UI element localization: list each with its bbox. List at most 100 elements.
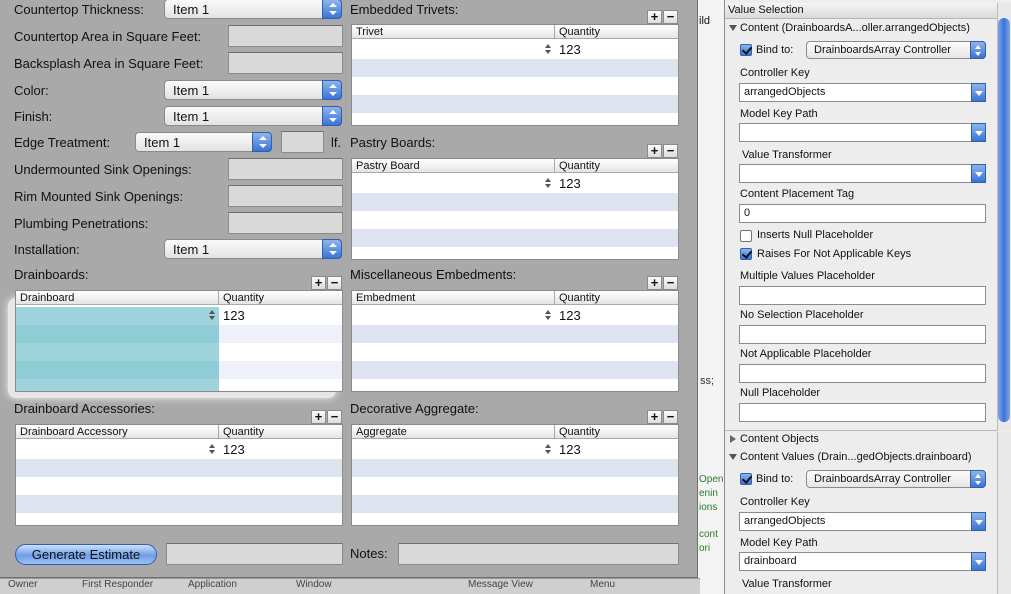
remove-button[interactable]: − [663,10,678,24]
aggregate-column-header[interactable]: Aggregate [356,426,407,438]
model-key-path-combo-2[interactable]: drainboard [739,552,986,571]
stepper-icon[interactable] [545,310,552,321]
plumbing-label: Plumbing Penetrations: [14,216,149,231]
add-button[interactable]: + [647,10,662,24]
controller-key-combo[interactable]: arrangedObjects [739,83,986,102]
generate-estimate-button[interactable]: Generate Estimate [15,544,157,565]
chevron-down-icon[interactable] [971,552,986,571]
stepper-icon[interactable] [545,444,552,455]
stepper-icon[interactable] [209,310,216,321]
table-row [16,477,342,495]
table-row[interactable]: 123 [352,175,678,193]
color-popup[interactable]: Item 1 [164,80,342,100]
content-placement-tag-field[interactable]: 0 [739,204,986,223]
notes-label: Notes: [350,546,388,561]
table-row[interactable]: 123 [16,307,342,325]
stepper-icon[interactable] [545,44,552,55]
edge-treatment-popup[interactable]: Item 1 [135,132,272,152]
quantity-column-header[interactable]: Quantity [223,426,264,438]
misc-table[interactable]: Embedment Quantity 123 [351,290,679,392]
controller-key-combo-2[interactable]: arrangedObjects [739,512,986,531]
installation-popup[interactable]: Item 1 [164,239,342,259]
inspector-scrollbar-2[interactable] [997,432,1011,594]
chevron-down-icon[interactable] [971,123,986,142]
remove-button[interactable]: − [663,276,678,290]
model-key-path-combo[interactable] [739,123,986,142]
inspector-scrollbar-thumb[interactable] [998,18,1010,422]
quantity-column-header[interactable]: Quantity [223,292,264,304]
finish-popup[interactable]: Item 1 [164,106,342,126]
undermounted-field[interactable] [228,158,343,180]
add-button[interactable]: + [311,410,326,424]
content-values-header[interactable]: Content Values (Drain...gedObjects.drain… [740,451,972,463]
add-button[interactable]: + [647,276,662,290]
edge-unit-label: lf. [331,135,342,150]
countertop-thickness-popup[interactable]: Item 1 [164,0,342,19]
stepper-icon[interactable] [545,178,552,189]
table-row [352,211,678,229]
finish-label: Finish: [14,109,53,124]
table-row[interactable]: 123 [16,441,342,459]
stepper-icon[interactable] [209,444,216,455]
disclosure-triangle-icon[interactable] [729,454,737,460]
plumbing-field[interactable] [228,212,343,234]
bind-to-checkbox-2[interactable] [740,473,752,485]
bind-to-popup[interactable]: DrainboardsArray Controller [806,41,986,59]
content-binding-header[interactable]: Content (DrainboardsA...oller.arrangedOb… [740,22,970,34]
quantity-column-header[interactable]: Quantity [559,26,600,38]
null-placeholder-field[interactable] [739,403,986,422]
value-transformer-combo[interactable] [739,164,986,183]
no-selection-field[interactable] [739,325,986,344]
accessories-table[interactable]: Drainboard Accessory Quantity 123 [15,424,343,526]
add-button[interactable]: + [647,410,662,424]
rim-mounted-field[interactable] [228,185,343,207]
table-row [352,193,678,211]
countertop-area-field[interactable] [228,25,343,47]
bind-to-checkbox[interactable] [740,44,752,56]
embedment-column-header[interactable]: Embedment [356,292,415,304]
misc-add-remove: + − [647,276,679,290]
content-objects-header[interactable]: Content Objects [740,433,819,445]
disclosure-triangle-icon[interactable] [730,435,736,443]
remove-button[interactable]: − [663,144,678,158]
backsplash-area-field[interactable] [228,52,343,74]
multiple-values-field[interactable] [739,286,986,305]
table-row[interactable]: 123 [352,41,678,59]
drainboards-table[interactable]: Drainboard Quantity 123 [15,290,343,392]
table-row [352,77,678,95]
remove-button[interactable]: − [663,410,678,424]
edge-length-field[interactable] [281,131,324,153]
chevron-down-icon[interactable] [971,512,986,531]
add-button[interactable]: + [311,276,326,290]
aggregate-table[interactable]: Aggregate Quantity 123 [351,424,679,526]
drainboard-column-header[interactable]: Drainboard [20,292,74,304]
drainboard-accessory-column-header[interactable]: Drainboard Accessory [20,426,128,438]
estimate-result-field[interactable] [166,543,343,565]
trivets-table[interactable]: Trivet Quantity 123 [351,24,679,126]
chevron-down-icon[interactable] [971,164,986,183]
remove-button[interactable]: − [327,410,342,424]
quantity-column-header[interactable]: Quantity [559,292,600,304]
quantity-cell: 123 [559,442,581,457]
table-row[interactable]: 123 [352,307,678,325]
disclosure-triangle-icon[interactable] [729,25,737,31]
trivet-column-header[interactable]: Trivet [356,26,383,38]
notes-field[interactable] [398,543,679,565]
table-row[interactable]: 123 [352,441,678,459]
pastry-board-column-header[interactable]: Pastry Board [356,160,420,172]
add-button[interactable]: + [647,144,662,158]
quantity-column-header[interactable]: Quantity [559,426,600,438]
raises-checkbox[interactable] [740,248,752,260]
inserts-null-checkbox[interactable] [740,230,752,242]
pastry-table[interactable]: Pastry Board Quantity 123 [351,158,679,260]
table-row [352,343,678,361]
bind-to-popup-2[interactable]: DrainboardsArray Controller [806,470,986,488]
quantity-column-header[interactable]: Quantity [559,160,600,172]
remove-button[interactable]: − [327,276,342,290]
table-row [352,477,678,495]
background-tab-first-responder: First Responder [82,579,154,590]
quantity-cell: 123 [223,442,245,457]
not-applicable-field[interactable] [739,364,986,383]
chevron-down-icon[interactable] [971,83,986,102]
inspector-divider [725,430,997,431]
